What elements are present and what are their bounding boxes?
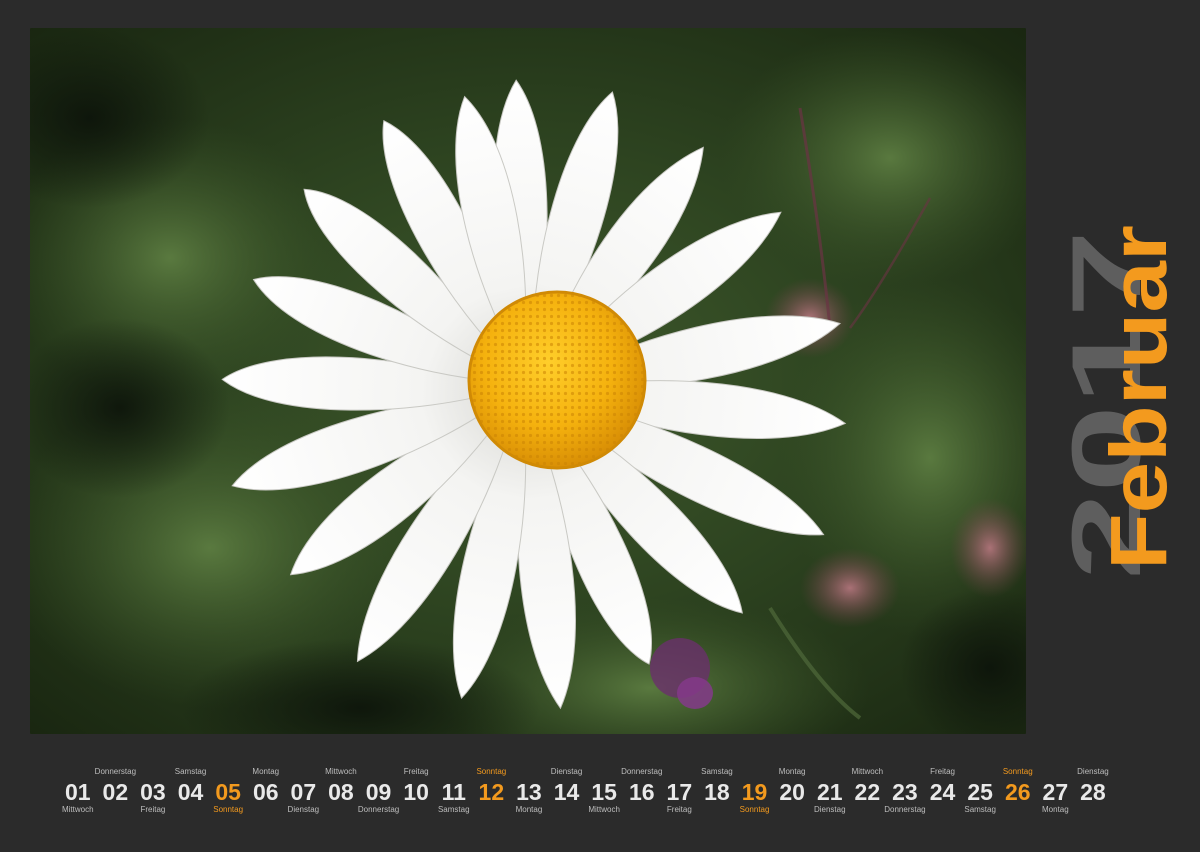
day-cell: Montag 27 bbox=[1037, 765, 1075, 825]
day-cell: Sonntag 26 bbox=[999, 765, 1037, 825]
day-cell: Samstag 18 bbox=[698, 765, 736, 825]
weekday-label: Dienstag bbox=[1077, 767, 1109, 776]
day-cell: Sonntag 05 bbox=[209, 765, 247, 825]
day-cell: Mittwoch 15 bbox=[585, 765, 623, 825]
month-year-title: 2017 Februar bbox=[1040, 215, 1180, 585]
weekday-label: Donnerstag bbox=[94, 767, 137, 776]
day-number: 23 bbox=[892, 779, 918, 805]
day-cell: Samstag 11 bbox=[435, 765, 473, 825]
day-number: 07 bbox=[290, 779, 317, 805]
weekday-label: Mittwoch bbox=[851, 767, 884, 776]
day-cell: Mittwoch 08 bbox=[322, 765, 360, 825]
day-number: 22 bbox=[854, 779, 881, 805]
weekday-label: Sonntag bbox=[1002, 767, 1033, 776]
day-cell: Mittwoch 22 bbox=[849, 765, 887, 825]
daisy-photo bbox=[30, 28, 1026, 734]
weekday-label: Sonntag bbox=[739, 805, 770, 814]
day-number: 28 bbox=[1080, 779, 1106, 805]
day-number: 05 bbox=[215, 779, 241, 805]
day-number: 21 bbox=[816, 779, 843, 805]
day-cell: Montag 20 bbox=[773, 765, 811, 825]
day-cell: Dienstag 28 bbox=[1074, 765, 1112, 825]
day-cell: Montag 13 bbox=[510, 765, 548, 825]
weekday-label: Samstag bbox=[701, 767, 733, 776]
day-cell: Donnerstag 09 bbox=[357, 765, 400, 825]
day-cell: Dienstag 07 bbox=[285, 765, 323, 825]
day-cell: Samstag 25 bbox=[961, 765, 999, 825]
day-number: 01 bbox=[64, 779, 91, 805]
day-cell: Freitag 24 bbox=[924, 765, 962, 825]
day-number: 27 bbox=[1042, 779, 1069, 805]
day-strip: Mittwoch 01 Donnerstag 02 Freitag 03 Samstag 04… bbox=[62, 765, 1142, 825]
day-number: 02 bbox=[102, 779, 129, 805]
weekday-label: Freitag bbox=[666, 805, 692, 814]
weekday-label: Dienstag bbox=[813, 805, 846, 814]
day-cell: Donnerstag 02 bbox=[94, 765, 137, 825]
day-number: 18 bbox=[704, 779, 730, 805]
weekday-label: Samstag bbox=[964, 805, 996, 814]
weekday-label: Mittwoch bbox=[588, 805, 620, 814]
day-cell: Sonntag 19 bbox=[736, 765, 774, 825]
day-cell: Freitag 10 bbox=[397, 765, 435, 825]
weekday-label: Mittwoch bbox=[325, 767, 357, 776]
day-cell: Mittwoch 01 bbox=[59, 765, 97, 825]
weekday-label: Montag bbox=[1042, 805, 1069, 814]
day-cell: Donnerstag 16 bbox=[621, 765, 663, 825]
day-number: 24 bbox=[929, 779, 956, 805]
weekday-label: Montag bbox=[252, 767, 280, 776]
day-number: 03 bbox=[140, 779, 166, 805]
weekday-label: Samstag bbox=[174, 767, 207, 776]
weekday-label: Dienstag bbox=[550, 767, 583, 776]
weekday-label: Freitag bbox=[140, 805, 166, 814]
day-cell: Dienstag 14 bbox=[548, 765, 586, 825]
day-number: 16 bbox=[628, 779, 655, 805]
weekday-label: Dienstag bbox=[287, 805, 320, 814]
day-number: 04 bbox=[177, 779, 204, 805]
day-number: 15 bbox=[591, 779, 617, 805]
month-label: Februar bbox=[1094, 225, 1180, 570]
day-number: 08 bbox=[328, 779, 354, 805]
day-cell: Donnerstag 23 bbox=[884, 765, 926, 825]
weekday-label: Sonntag bbox=[476, 767, 507, 776]
day-number: 06 bbox=[252, 779, 279, 805]
day-number: 19 bbox=[741, 779, 768, 805]
day-number: 20 bbox=[779, 779, 805, 805]
day-number: 13 bbox=[516, 779, 542, 805]
weekday-label: Montag bbox=[778, 767, 806, 776]
weekday-label: Sonntag bbox=[213, 805, 244, 814]
day-number: 17 bbox=[666, 779, 693, 805]
day-cell: Dienstag 21 bbox=[811, 765, 849, 825]
day-cell: Freitag 17 bbox=[661, 765, 699, 825]
weekday-label: Freitag bbox=[930, 767, 955, 776]
day-number: 26 bbox=[1004, 779, 1031, 805]
day-number: 25 bbox=[967, 779, 993, 805]
day-cell: Sonntag 12 bbox=[473, 765, 511, 825]
day-number: 14 bbox=[553, 779, 580, 805]
day-number: 12 bbox=[478, 779, 505, 805]
daisy-flower-photo-icon bbox=[30, 28, 1026, 734]
weekday-label: Montag bbox=[515, 805, 543, 814]
weekday-label: Samstag bbox=[437, 805, 470, 814]
day-cell: Montag 06 bbox=[247, 765, 285, 825]
weekday-label: Donnerstag bbox=[621, 767, 663, 776]
weekday-label: Mittwoch bbox=[61, 805, 94, 814]
weekday-label: Freitag bbox=[403, 767, 429, 776]
weekday-label: Donnerstag bbox=[357, 805, 400, 814]
day-cell: Samstag 04 bbox=[172, 765, 210, 825]
weekday-label: Donnerstag bbox=[884, 805, 926, 814]
day-cell: Freitag 03 bbox=[134, 765, 172, 825]
day-number: 11 bbox=[441, 779, 466, 805]
day-number: 09 bbox=[365, 779, 392, 805]
day-number: 10 bbox=[403, 779, 429, 805]
